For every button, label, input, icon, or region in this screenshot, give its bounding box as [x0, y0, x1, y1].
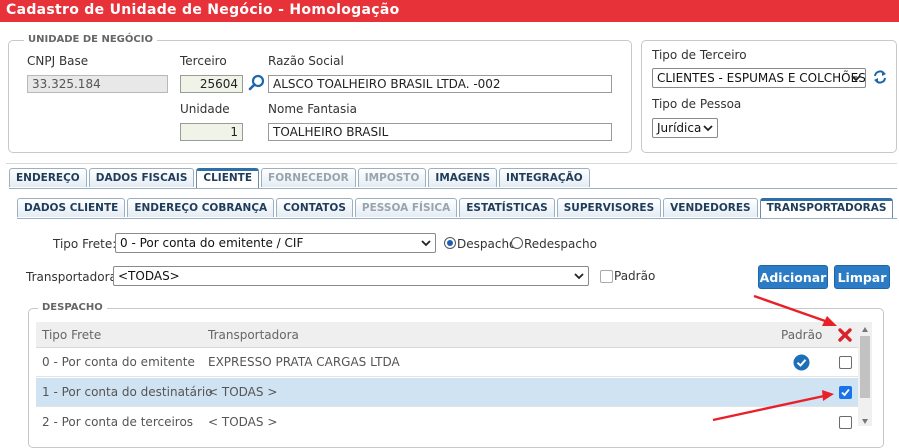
- despacho-radio-label: Despacho: [457, 237, 517, 251]
- transportadora-select[interactable]: <TODAS>: [113, 266, 589, 286]
- tab-supervisores[interactable]: Supervisores: [556, 198, 662, 217]
- tab-transportadoras[interactable]: Transportadoras: [759, 198, 894, 219]
- despacho-radio[interactable]: [444, 237, 456, 249]
- row-transportadora: EXPRESSO PRATA CARGAS LTDA: [208, 355, 400, 369]
- razao-social-field[interactable]: ALSCO TOALHEIRO BRASIL LTDA. -002: [268, 75, 612, 93]
- row-transportadora: < TODAS >: [208, 415, 278, 429]
- row-select-checkbox[interactable]: [839, 356, 852, 369]
- scroll-up-icon[interactable]: [861, 323, 869, 332]
- tab-fornecedor: Fornecedor: [261, 168, 356, 187]
- row-tipo-frete: 0 - Por conta do emitente: [42, 355, 195, 369]
- tab-cliente[interactable]: Cliente: [196, 168, 260, 189]
- add-button[interactable]: Adicionar: [758, 265, 828, 289]
- tipo-terceiro-select[interactable]: CLIENTES - ESPUMAS E COLCHÕES: [652, 68, 866, 88]
- chevron-down-icon: [420, 236, 432, 250]
- redespacho-radio[interactable]: [511, 237, 523, 249]
- business-unit-legend: Unidade de Negócio: [24, 34, 157, 45]
- tab-pessoa-fisica: Pessoa Física: [354, 198, 458, 217]
- transportadora-label: Transportadora:: [26, 270, 121, 284]
- tab-contatos[interactable]: Contatos: [276, 198, 353, 217]
- despacho-legend: Despacho: [38, 302, 107, 313]
- padrao-checkbox[interactable]: [600, 270, 613, 283]
- column-header-padrao[interactable]: Padrão: [781, 328, 822, 342]
- tipo-pessoa-select[interactable]: Jurídica: [652, 118, 718, 138]
- row-transportadora: < TODAS >: [208, 385, 278, 399]
- table-row[interactable]: 2 - Por conta de terceiros < TODAS >: [36, 408, 858, 437]
- tipo-terceiro-value: CLIENTES - ESPUMAS E COLCHÕES: [657, 71, 866, 85]
- fantasia-label: Nome Fantasia: [268, 102, 357, 116]
- tab-imposto: Imposto: [357, 168, 427, 187]
- unidade-label: Unidade: [180, 102, 230, 116]
- chevron-down-icon: [573, 269, 585, 283]
- refresh-icon[interactable]: [872, 69, 888, 85]
- tipo-terceiro-label: Tipo de Terceiro: [652, 48, 747, 62]
- tab-estatisticas[interactable]: Estatísticas: [459, 198, 555, 217]
- row-tipo-frete: 1 - Por conta do destinatário: [42, 385, 213, 399]
- tab-dados-cliente[interactable]: Dados Cliente: [17, 198, 126, 217]
- tab-vendedores[interactable]: Vendedores: [663, 198, 758, 217]
- delete-icon[interactable]: [837, 327, 853, 343]
- tipo-frete-value: 0 - Por conta do emitente / CIF: [120, 236, 304, 250]
- row-select-checkbox[interactable]: [839, 416, 852, 429]
- transportadora-value: <TODAS>: [118, 269, 180, 283]
- razao-label: Razão Social: [268, 54, 344, 68]
- tab-imagens[interactable]: Imagens: [428, 168, 498, 187]
- main-tabs: Endereço Dados Fiscais Cliente Fornecedo…: [9, 168, 592, 189]
- padrao-check-icon: [793, 354, 810, 371]
- search-icon[interactable]: [248, 74, 266, 92]
- chevron-down-icon: [850, 71, 862, 85]
- unidade-field[interactable]: 1: [180, 123, 243, 141]
- header-separator: [6, 163, 897, 164]
- redespacho-radio-label: Redespacho: [524, 237, 597, 251]
- clear-button[interactable]: Limpar: [834, 265, 890, 289]
- tipo-frete-label: Tipo Frete:: [53, 237, 117, 251]
- main-tabs-baseline: [9, 188, 897, 189]
- cnpj-field[interactable]: 33.325.184: [27, 75, 168, 93]
- row-select-checkbox[interactable]: [839, 386, 852, 399]
- terceiro-field[interactable]: 25604: [180, 75, 243, 93]
- sub-tabs-baseline: [17, 218, 897, 219]
- column-header-tipo-frete[interactable]: Tipo Frete: [42, 328, 101, 342]
- tab-dados-fiscais[interactable]: Dados Fiscais: [88, 168, 195, 187]
- table-row[interactable]: 1 - Por conta do destinatário < TODAS >: [36, 378, 858, 407]
- tipo-pessoa-label: Tipo de Pessoa: [652, 97, 742, 111]
- table-scrollbar-thumb[interactable]: [860, 336, 870, 398]
- scroll-down-icon[interactable]: [861, 414, 869, 424]
- tab-endereco[interactable]: Endereço: [9, 168, 87, 187]
- table-row[interactable]: 0 - Por conta do emitente EXPRESSO PRATA…: [36, 348, 858, 377]
- cnpj-label: CNPJ Base: [27, 54, 89, 68]
- tipo-frete-select[interactable]: 0 - Por conta do emitente / CIF: [115, 233, 436, 253]
- chevron-down-icon: [702, 121, 714, 135]
- nome-fantasia-field[interactable]: TOALHEIRO BRASIL: [268, 123, 612, 141]
- column-header-transportadora[interactable]: Transportadora: [208, 328, 299, 342]
- terceiro-label: Terceiro: [180, 54, 227, 68]
- padrao-checkbox-label: Padrão: [614, 269, 656, 283]
- despacho-table-header: Tipo Frete Transportadora Padrão: [36, 322, 858, 348]
- window-title: Cadastro de Unidade de Negócio - Homolog…: [0, 0, 899, 22]
- sub-tabs: Dados Cliente Endereço Cobrança Contatos…: [17, 198, 895, 219]
- tab-endereco-cobranca[interactable]: Endereço Cobrança: [127, 198, 275, 217]
- tab-integracao[interactable]: Integração: [499, 168, 590, 187]
- row-tipo-frete: 2 - Por conta de terceiros: [42, 415, 194, 429]
- tipo-pessoa-value: Jurídica: [657, 121, 702, 135]
